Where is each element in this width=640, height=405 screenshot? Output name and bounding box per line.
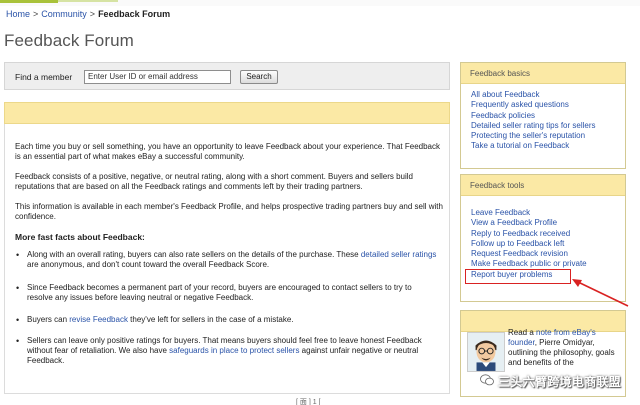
- search-button[interactable]: Search: [240, 70, 278, 84]
- watermark-text: 三头六臂跨境电商联盟: [498, 375, 622, 389]
- feedback-basics-panel: Feedback basics All about Feedback Frequ…: [460, 62, 626, 169]
- detailed-seller-ratings-link[interactable]: detailed seller ratings: [361, 250, 437, 259]
- breadcrumb-home[interactable]: Home: [6, 9, 30, 19]
- founder-avatar: [467, 332, 505, 372]
- fast-facts-heading: More fast facts about Feedback:: [15, 232, 145, 242]
- fact-item-3: Buyers can revise Feedback they've left …: [16, 315, 437, 325]
- feedback-basics-title: Feedback basics: [461, 63, 625, 84]
- intro-paragraph-1: Each time you buy or sell something, you…: [15, 142, 440, 161]
- founder-note-text: Read a note from eBay's founder, Pierre …: [508, 328, 626, 368]
- find-member-label: Find a member: [15, 72, 73, 82]
- fact-text: Along with an overall rating, buyers can…: [27, 250, 361, 259]
- find-member-box: Find a member Enter User ID or email add…: [4, 62, 450, 90]
- fact-text: are anonymous, and don't count toward th…: [27, 260, 270, 269]
- breadcrumb: Home > Community > Feedback Forum: [6, 9, 170, 19]
- fact-item-4: Sellers can leave only positive ratings …: [16, 336, 437, 366]
- breadcrumb-community[interactable]: Community: [41, 9, 87, 19]
- note-text: Read a: [508, 328, 537, 337]
- feedback-tools-title: Feedback tools: [461, 175, 625, 196]
- safeguards-link[interactable]: safeguards in place to protect sellers: [169, 346, 299, 355]
- breadcrumb-separator: >: [33, 9, 39, 19]
- tools-link-request-revision[interactable]: Request Feedback revision: [471, 249, 625, 259]
- basics-link-protecting-reputation[interactable]: Protecting the seller's reputation: [471, 131, 625, 141]
- basics-link-faq[interactable]: Frequently asked questions: [471, 100, 625, 110]
- header-accent-bar: [0, 0, 58, 3]
- page-title: Feedback Forum: [4, 31, 134, 50]
- report-buyer-highlight-box: [465, 269, 571, 284]
- basics-link-policies[interactable]: Feedback policies: [471, 111, 625, 121]
- tools-link-follow-up[interactable]: Follow up to Feedback left: [471, 239, 625, 249]
- red-arrow-annotation: [572, 279, 629, 307]
- breadcrumb-current: Feedback Forum: [98, 9, 171, 19]
- fact-item-2: Since Feedback becomes a permanent part …: [16, 283, 437, 303]
- fact-text: Buyers can: [27, 315, 70, 324]
- basics-link-rating-tips[interactable]: Detailed seller rating tips for sellers: [471, 121, 625, 131]
- tools-link-reply[interactable]: Reply to Feedback received: [471, 229, 625, 239]
- revise-feedback-link[interactable]: revise Feedback: [69, 315, 128, 324]
- header-accent-bar-light: [58, 0, 118, 2]
- basics-link-all-about[interactable]: All about Feedback: [471, 90, 625, 100]
- basics-link-tutorial[interactable]: Take a tutorial on Feedback: [471, 141, 625, 151]
- footer-partial-text: [ 面 ] 1 [: [296, 399, 321, 405]
- intro-paragraph-2: Feedback consists of a positive, negativ…: [15, 172, 413, 191]
- breadcrumb-separator: >: [89, 9, 96, 19]
- wechat-icon: [480, 374, 494, 386]
- member-search-input[interactable]: Enter User ID or email address: [84, 70, 231, 84]
- fact-text: they've left for sellers in the case of …: [127, 315, 294, 324]
- watermark: 三头六臂跨境电商联盟: [480, 372, 640, 390]
- top-strip: [0, 0, 640, 6]
- tools-link-view-profile[interactable]: View a Feedback Profile: [471, 218, 625, 228]
- main-content: Each time you buy or sell something, you…: [4, 124, 450, 394]
- fact-item-1: Along with an overall rating, buyers can…: [16, 250, 437, 270]
- intro-paragraph-3: This information is available in each me…: [15, 202, 443, 221]
- content-header-band: [4, 102, 450, 124]
- tools-link-leave-feedback[interactable]: Leave Feedback: [471, 208, 625, 218]
